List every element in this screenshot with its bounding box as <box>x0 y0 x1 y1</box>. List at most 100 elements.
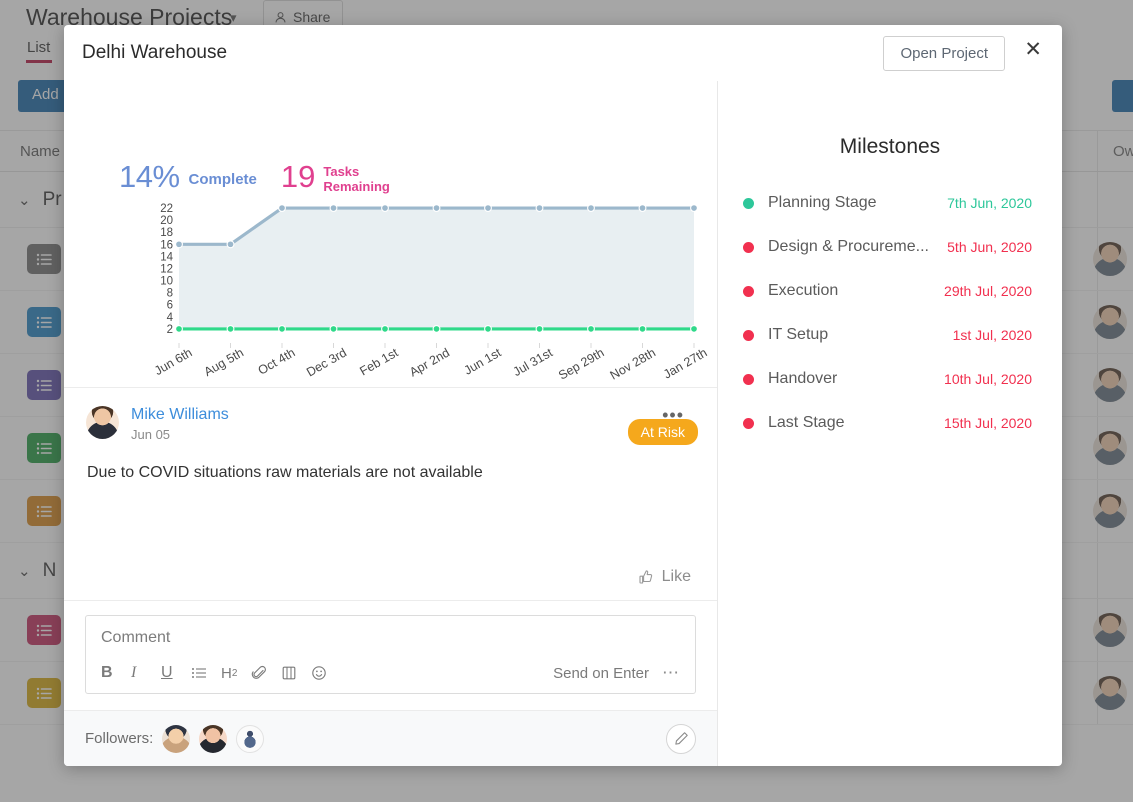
thumbs-up-icon <box>638 569 654 585</box>
y-axis-tick: 18 <box>160 227 173 239</box>
post-author[interactable]: Mike Williams <box>131 406 229 424</box>
image-icon[interactable] <box>281 665 311 681</box>
milestone-date: 7th Jun, 2020 <box>937 195 1032 211</box>
chart-point[interactable] <box>536 205 543 212</box>
followers-bar: Followers: <box>64 710 717 766</box>
underline-icon[interactable]: U <box>161 664 191 682</box>
milestone-row[interactable]: Handover 10th Jul, 2020 <box>718 357 1062 401</box>
bullet-list-icon[interactable] <box>191 665 221 681</box>
heading-2-icon[interactable]: H2 <box>221 665 251 682</box>
x-axis-tick-label: Aug 5th <box>202 345 246 379</box>
chart-point[interactable] <box>691 205 698 212</box>
chart-point[interactable] <box>176 241 183 248</box>
milestone-row[interactable]: Last Stage 15th Jul, 2020 <box>718 401 1062 445</box>
edit-followers-button[interactable] <box>666 724 696 754</box>
x-axis-tick-label: Jun 6th <box>152 345 195 378</box>
italic-icon[interactable]: I <box>131 664 161 682</box>
follower-avatar[interactable] <box>236 725 264 753</box>
attachment-icon[interactable] <box>251 665 281 681</box>
milestone-date: 10th Jul, 2020 <box>934 371 1032 387</box>
x-axis-tick-label: Sep 29th <box>556 345 606 382</box>
post-body: Due to COVID situations raw materials ar… <box>64 442 717 482</box>
percent-complete-value: 14% <box>119 159 180 195</box>
chart-point[interactable] <box>485 326 492 333</box>
milestones-panel: Milestones Planning Stage7th Jun, 2020De… <box>718 81 1062 766</box>
chart-point[interactable] <box>433 326 440 333</box>
milestone-date: 5th Jun, 2020 <box>937 239 1032 255</box>
burndown-chart: 14% Complete 19 Tasks Remaining 22201816… <box>64 81 717 388</box>
chart-point[interactable] <box>330 205 337 212</box>
project-detail-modal: Delhi Warehouse Open Project ✕ 14% Compl… <box>64 25 1062 766</box>
follower-avatar[interactable] <box>162 725 190 753</box>
milestone-row[interactable]: Planning Stage 7th Jun, 2020 <box>718 181 1062 225</box>
chart-point[interactable] <box>433 205 440 212</box>
followers-label: Followers: <box>85 730 153 747</box>
bold-icon[interactable]: B <box>101 664 131 682</box>
like-button[interactable]: Like <box>638 568 691 586</box>
milestone-status-dot <box>743 418 754 429</box>
close-icon[interactable]: ✕ <box>1024 39 1042 60</box>
y-axis-tick: 2 <box>167 324 173 336</box>
chart-point[interactable] <box>227 326 234 333</box>
chart-point[interactable] <box>279 326 286 333</box>
chart-canvas: 222018161412108642Jun 6thAug 5thOct 4thD… <box>64 196 718 388</box>
chart-point[interactable] <box>588 326 595 333</box>
chart-point[interactable] <box>382 205 389 212</box>
tasks-remaining-label: Tasks Remaining <box>323 165 389 194</box>
comment-box[interactable]: Comment B I U H2 <box>85 615 696 694</box>
emoji-icon[interactable] <box>311 665 341 681</box>
y-axis-tick: 20 <box>160 215 173 227</box>
milestone-date: 29th Jul, 2020 <box>934 283 1032 299</box>
x-axis-tick-label: Jun 1st <box>462 345 504 378</box>
chart-point[interactable] <box>691 326 698 333</box>
chart-point[interactable] <box>639 205 646 212</box>
chart-point[interactable] <box>485 205 492 212</box>
x-axis-tick-label: Jul 31st <box>511 345 556 379</box>
emoji-glyph <box>311 665 327 681</box>
chart-point[interactable] <box>588 205 595 212</box>
milestone-name: Handover <box>768 370 837 388</box>
status-badge[interactable]: At Risk <box>628 419 698 445</box>
y-axis-tick: 10 <box>160 276 173 288</box>
post-header: Mike Williams Jun 05 <box>64 388 717 442</box>
image-glyph <box>281 665 297 681</box>
chart-point[interactable] <box>330 326 337 333</box>
modal-body: 14% Complete 19 Tasks Remaining 22201816… <box>64 81 1062 766</box>
y-axis-tick: 14 <box>160 251 173 263</box>
x-axis-tick-label: Apr 2nd <box>407 345 452 379</box>
open-project-button[interactable]: Open Project <box>883 36 1005 71</box>
y-axis-tick: 22 <box>160 203 173 215</box>
y-axis-tick: 4 <box>167 312 174 324</box>
bullet-list-glyph <box>191 665 207 681</box>
milestone-row[interactable]: Design & Procureme... 5th Jun, 2020 <box>718 225 1062 269</box>
y-axis-tick: 16 <box>160 239 173 251</box>
milestone-name: Last Stage <box>768 414 845 432</box>
paperclip-glyph <box>251 665 267 681</box>
milestone-row[interactable]: Execution 29th Jul, 2020 <box>718 269 1062 313</box>
page-title: Delhi Warehouse <box>82 42 227 64</box>
y-axis-tick: 8 <box>167 288 173 300</box>
y-axis-tick: 6 <box>167 300 173 312</box>
chart-point[interactable] <box>536 326 543 333</box>
chart-point[interactable] <box>382 326 389 333</box>
post-date: Jun 05 <box>131 427 229 442</box>
chart-point[interactable] <box>176 326 183 333</box>
milestone-name: Execution <box>768 282 838 300</box>
send-on-enter-toggle[interactable]: Send on Enter <box>553 665 649 682</box>
milestone-status-dot <box>743 286 754 297</box>
milestone-date: 1st Jul, 2020 <box>943 327 1032 343</box>
comment-more-icon[interactable]: ⋯ <box>662 663 680 683</box>
chart-point[interactable] <box>639 326 646 333</box>
comment-input[interactable]: Comment <box>101 629 680 647</box>
x-axis-tick-label: Feb 1st <box>357 345 401 378</box>
chart-point[interactable] <box>279 205 286 212</box>
milestone-row[interactable]: IT Setup1st Jul, 2020 <box>718 313 1062 357</box>
chart-point[interactable] <box>227 241 234 248</box>
follower-avatar[interactable] <box>199 725 227 753</box>
milestone-name: Planning Stage <box>768 194 877 212</box>
milestone-name: Design & Procureme... <box>768 238 929 256</box>
tasks-remaining-value: 19 <box>281 159 315 195</box>
milestone-status-dot <box>743 242 754 253</box>
milestone-status-dot <box>743 198 754 209</box>
milestone-date: 15th Jul, 2020 <box>934 415 1032 431</box>
